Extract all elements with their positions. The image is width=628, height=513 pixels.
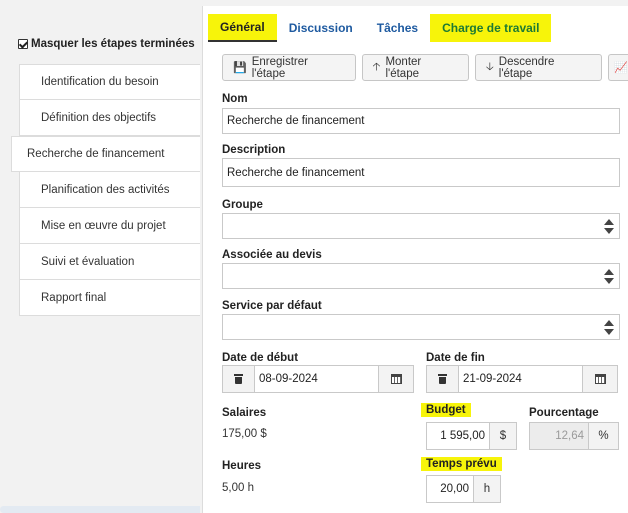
step-toolbar: 💾 Enregistrer l'étape 🡡 Monter l'étape 🡣… <box>222 54 628 81</box>
step-item-planning[interactable]: Planification des activités <box>19 172 201 208</box>
step-item-implementation[interactable]: Mise en œuvre du projet <box>19 208 201 244</box>
trash-icon <box>438 374 447 384</box>
step-item-final-report[interactable]: Rapport final <box>19 280 201 316</box>
step-label: Suivi et évaluation <box>41 255 135 268</box>
step-label: Rapport final <box>41 291 107 304</box>
select-arrows-icon <box>603 218 614 235</box>
planned-time-input[interactable]: 20,00 <box>426 475 474 503</box>
hide-completed-label: Masquer les étapes terminées <box>31 38 195 50</box>
step-item-identification[interactable]: Identification du besoin <box>19 64 201 100</box>
clear-start-date-button[interactable] <box>222 365 255 393</box>
select-arrows-icon <box>603 319 614 336</box>
tab-bar: Général Discussion Tâches Charge de trav… <box>208 14 552 42</box>
tab-workload[interactable]: Charge de travail <box>430 14 552 42</box>
budget-label: Budget <box>421 403 471 417</box>
move-up-label: Monter l'étape <box>385 55 422 80</box>
tab-tasks[interactable]: Tâches <box>365 14 430 42</box>
start-date-calendar-button[interactable] <box>378 365 414 393</box>
start-date-input[interactable]: 08-09-2024 <box>254 365 379 393</box>
arrow-up-icon: 🡡 <box>372 61 381 73</box>
salaries-label: Salaires <box>222 407 267 419</box>
step-item-monitoring[interactable]: Suivi et évaluation <box>19 244 201 280</box>
quote-select[interactable] <box>222 263 620 289</box>
description-label: Description <box>222 144 286 156</box>
name-input[interactable]: Recherche de financement <box>222 108 620 134</box>
hide-completed-toggle[interactable]: Masquer les étapes terminées <box>18 38 195 50</box>
step-label: Définition des objectifs <box>41 111 157 124</box>
move-down-button[interactable]: 🡣 Descendre l'étape <box>474 54 603 81</box>
budget-input[interactable]: 1 595,00 <box>426 422 490 450</box>
hours-value: 5,00 h <box>222 482 254 494</box>
tab-general[interactable]: Général <box>208 14 277 42</box>
quote-label: Associée au devis <box>222 249 322 261</box>
planned-time-unit: h <box>473 475 501 503</box>
select-arrows-icon <box>603 268 614 285</box>
name-label: Nom <box>222 93 248 105</box>
group-select[interactable] <box>222 213 620 239</box>
service-select[interactable] <box>222 314 620 340</box>
move-up-button[interactable]: 🡡 Monter l'étape <box>361 54 469 81</box>
end-date-label: Date de fin <box>426 352 485 364</box>
percent-label: Pourcentage <box>529 407 599 419</box>
move-down-label: Descendre l'étape <box>498 55 555 80</box>
step-label: Identification du besoin <box>41 76 159 88</box>
step-item-objectives[interactable]: Définition des objectifs <box>19 100 201 136</box>
service-label: Service par défaut <box>222 300 322 312</box>
description-input[interactable]: Recherche de financement <box>222 158 620 187</box>
chart-icon: 📈 <box>614 62 628 74</box>
end-date-input[interactable]: 21-09-2024 <box>458 365 583 393</box>
save-step-button[interactable]: 💾 Enregistrer l'étape <box>222 54 356 81</box>
floppy-disk-icon: 💾 <box>233 62 247 74</box>
salaries-value: 175,00 $ <box>222 428 267 440</box>
planned-time-label: Temps prévu <box>421 457 502 471</box>
save-step-label: Enregistrer l'étape <box>251 55 308 80</box>
percent-unit: % <box>588 422 619 450</box>
group-label: Groupe <box>222 199 263 211</box>
end-date-calendar-button[interactable] <box>582 365 618 393</box>
step-label: Mise en œuvre du projet <box>41 219 166 232</box>
checkbox-checked-icon[interactable] <box>18 39 28 49</box>
hours-label: Heures <box>222 460 261 472</box>
step-label: Recherche de financement <box>27 148 165 160</box>
steps-list: Identification du besoin Définition des … <box>11 64 201 316</box>
clear-end-date-button[interactable] <box>426 365 459 393</box>
budget-unit: $ <box>489 422 517 450</box>
arrow-down-icon: 🡣 <box>485 61 494 73</box>
calendar-icon <box>390 374 402 384</box>
start-date-label: Date de début <box>222 352 299 364</box>
chart-button-partial[interactable]: 📈 <box>608 54 628 81</box>
calendar-icon <box>594 374 606 384</box>
step-label: Planification des activités <box>41 183 170 196</box>
percent-input: 12,64 <box>529 422 589 450</box>
tab-discussion[interactable]: Discussion <box>277 14 365 42</box>
step-item-funding[interactable]: Recherche de financement <box>11 136 201 172</box>
trash-icon <box>234 374 243 384</box>
